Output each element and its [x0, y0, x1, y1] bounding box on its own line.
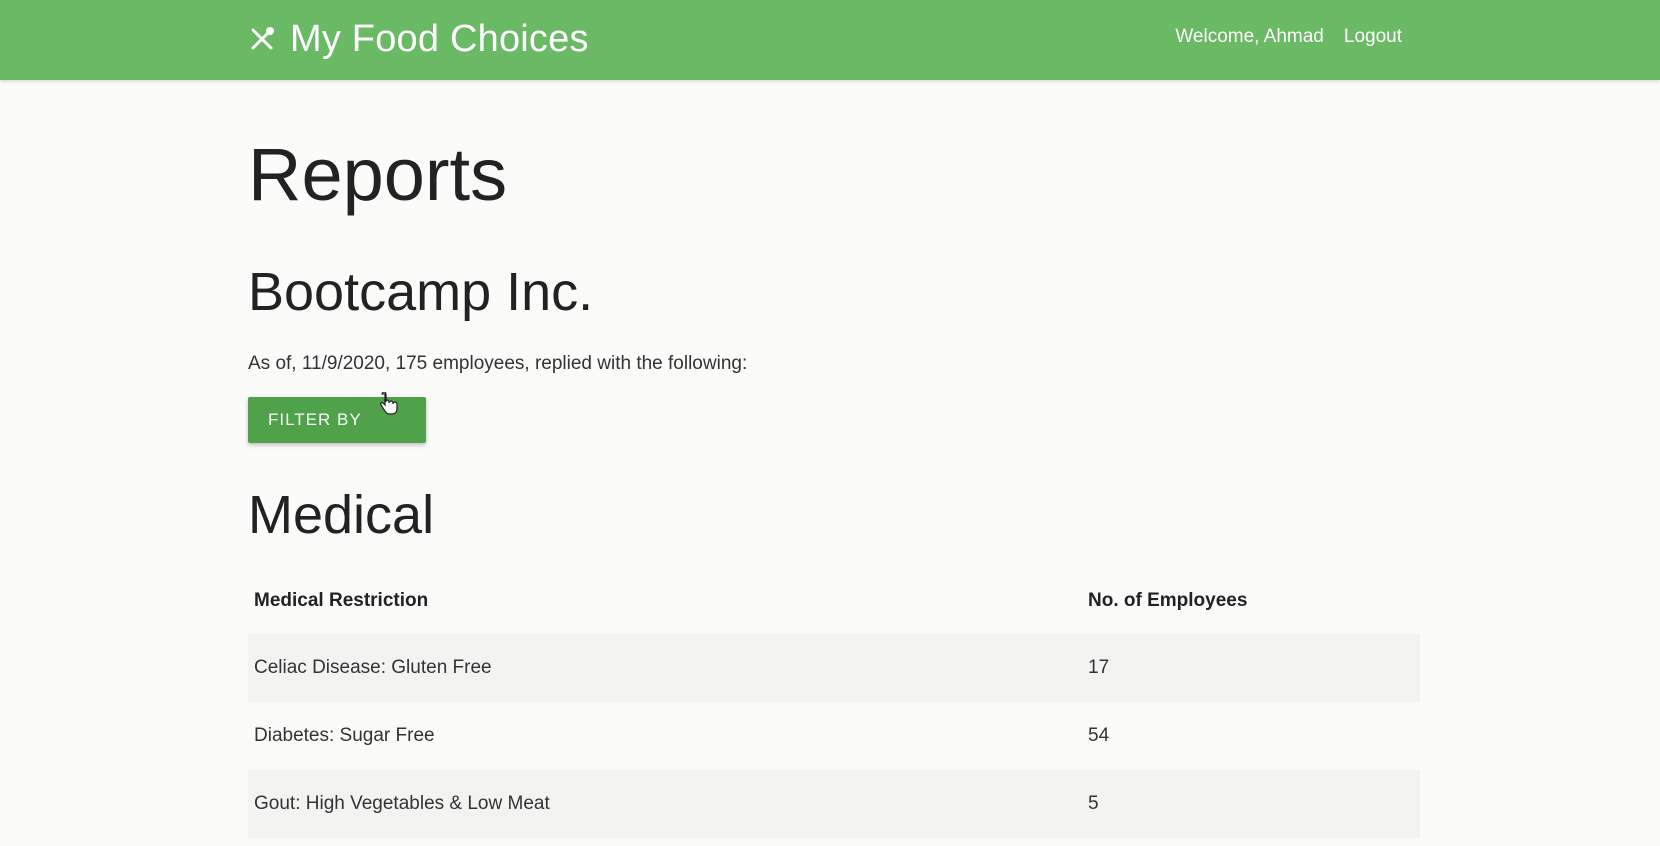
restriction-cell: Diabetes: Sugar Free: [254, 725, 435, 746]
nav-links: Welcome, Ahmad Logout: [1175, 26, 1402, 48]
section-title-medical: Medical: [248, 485, 435, 545]
welcome-text: Welcome, Ahmad: [1175, 26, 1324, 47]
count-cell: 17: [1082, 634, 1420, 702]
column-header-count: No. of Employees: [1088, 590, 1248, 611]
restriction-cell: Gout: High Vegetables & Low Meat: [248, 770, 1082, 838]
count-cell: 5: [1082, 770, 1420, 838]
table-row: Gout: High Vegetables & Low Meat 5: [248, 770, 1420, 838]
medical-report-table: Medical Restriction No. of Employees Cel…: [248, 568, 1420, 838]
table-row: Celiac Disease: Gluten Free 17: [248, 634, 1420, 702]
restriction-cell: Celiac Disease: Gluten Free: [248, 634, 1082, 702]
brand-link[interactable]: My Food Choices: [248, 14, 589, 64]
fork-knife-icon: [251, 27, 274, 50]
count-cell: 54: [1088, 725, 1110, 746]
brand-title: My Food Choices: [290, 17, 589, 60]
filter-by-button[interactable]: FILTER BY: [248, 397, 426, 443]
column-header-restriction: Medical Restriction: [254, 590, 429, 611]
table-row: Diabetes: Sugar Free 54: [248, 702, 1420, 770]
summary-text: As of, 11/9/2020, 175 employees, replied…: [248, 353, 748, 374]
page-title: Reports: [248, 133, 508, 216]
logout-link[interactable]: Logout: [1344, 26, 1402, 48]
table-header-row: Medical Restriction No. of Employees: [248, 568, 1420, 634]
company-title: Bootcamp Inc.: [248, 262, 594, 322]
top-navbar: My Food Choices Welcome, Ahmad Logout: [0, 0, 1660, 80]
hand-cursor-icon: [380, 392, 398, 415]
